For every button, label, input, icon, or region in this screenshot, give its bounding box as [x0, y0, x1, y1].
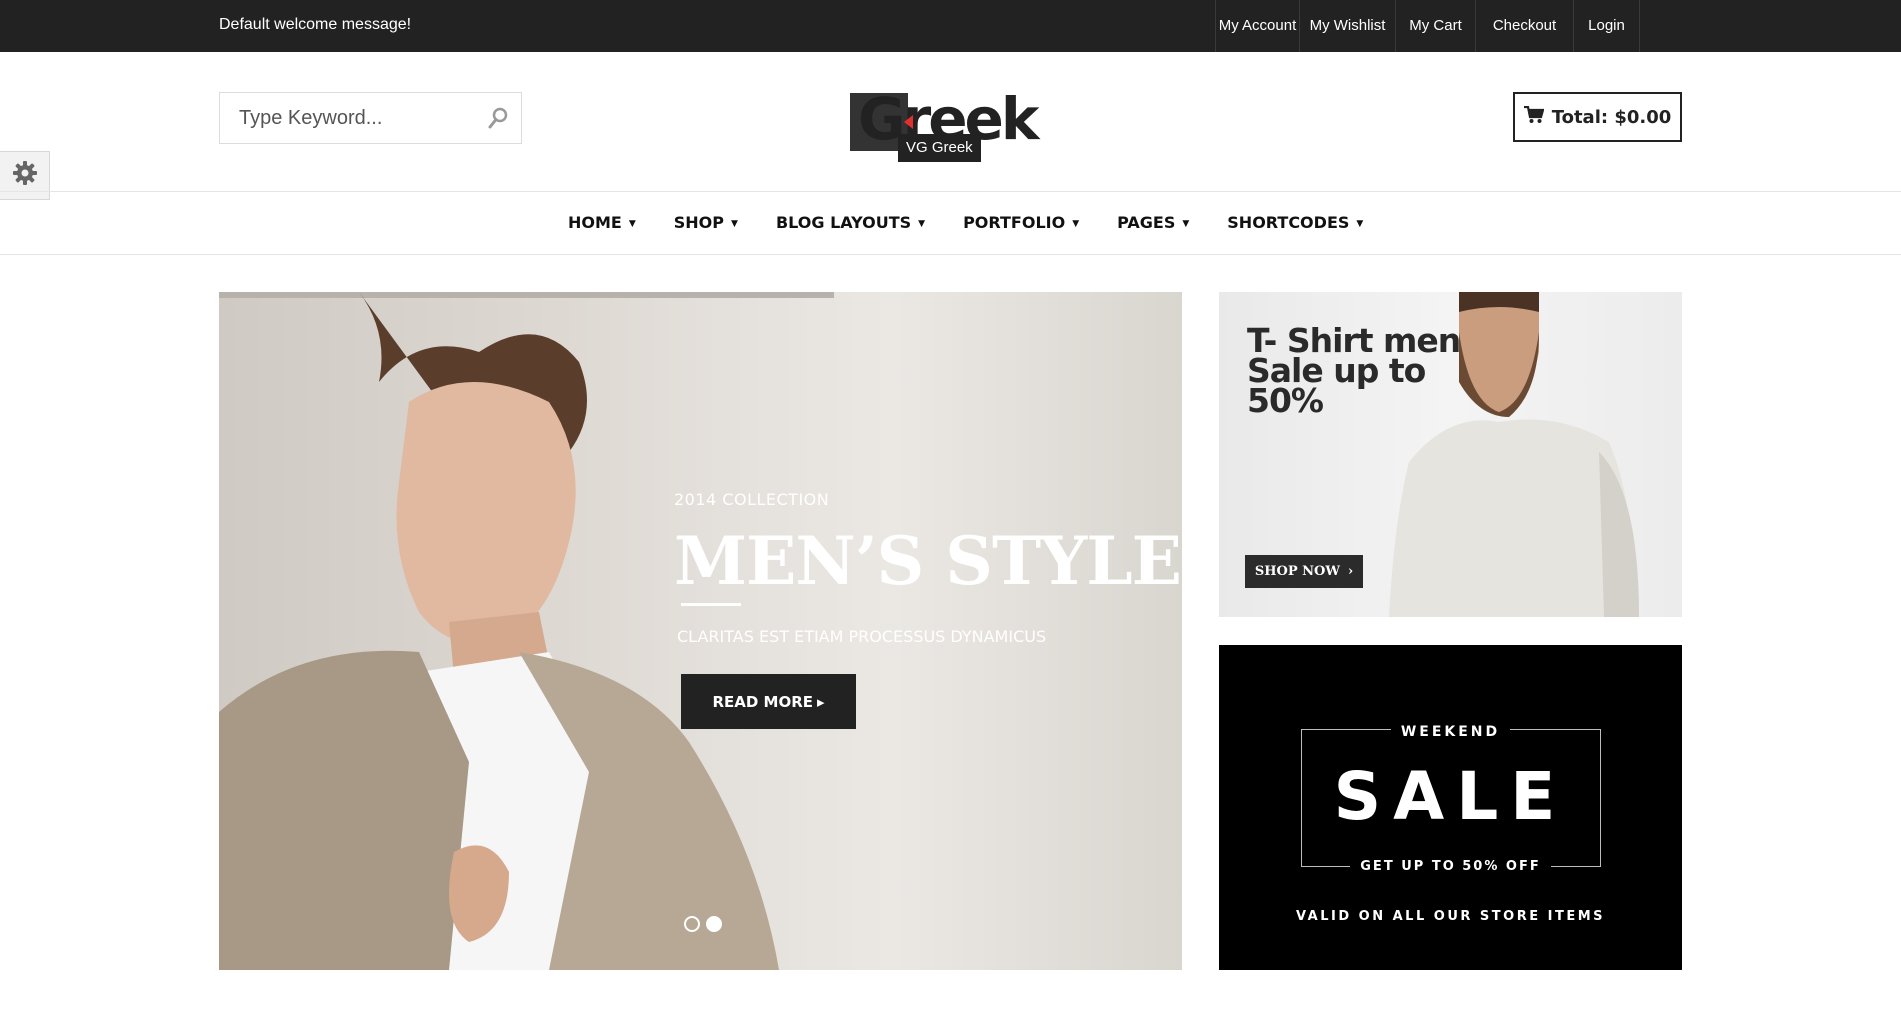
my-wishlist-link[interactable]: My Wishlist	[1299, 0, 1395, 52]
sale-title: SALE	[1333, 758, 1568, 835]
nav-item-shortcodes[interactable]: SHORTCODES ▼	[1227, 192, 1363, 254]
shopping-cart-icon	[1523, 105, 1545, 129]
caret-down-icon: ▼	[918, 219, 926, 229]
banner-headline: T- Shirt men Sale up to 50%	[1247, 321, 1461, 420]
caret-down-icon: ▼	[1356, 219, 1364, 229]
nav-item-pages[interactable]: PAGES ▼	[1117, 192, 1189, 254]
logo-tooltip: VG Greek	[898, 134, 981, 162]
tshirt-sale-banner[interactable]: T- Shirt men Sale up to 50% SHOP NOW ›	[1219, 292, 1682, 617]
nav-item-shop[interactable]: SHOP ▼	[674, 192, 738, 254]
chevron-right-icon: ›	[1347, 564, 1354, 579]
hero-subtitle: 2014 COLLECTION	[674, 490, 830, 509]
shop-now-button[interactable]: SHOP NOW ›	[1245, 555, 1363, 588]
hero-description: CLARITAS EST ETIAM PROCESSUS DYNAMICUS	[677, 627, 1047, 646]
account-links: My Account My Wishlist My Cart Checkout …	[1215, 0, 1640, 52]
caret-down-icon: ▼	[1182, 219, 1190, 229]
nav-item-home[interactable]: HOME ▼	[568, 192, 636, 254]
caret-right-icon: ▸	[817, 692, 825, 711]
weekend-sale-banner[interactable]: WEEKEND SALE GET UP TO 50% OFF VALID ON …	[1219, 645, 1682, 970]
sale-offer: GET UP TO 50% OFF	[1219, 857, 1682, 875]
hero-title: MEN’S STYLE	[674, 522, 1182, 600]
search-box	[219, 92, 522, 144]
my-cart-link[interactable]: My Cart	[1395, 0, 1475, 52]
logo-accent-icon	[904, 115, 913, 129]
hero-divider	[681, 603, 741, 606]
checkout-link[interactable]: Checkout	[1475, 0, 1573, 52]
sale-footer: VALID ON ALL OUR STORE ITEMS	[1295, 909, 1605, 924]
slider-pagination	[684, 916, 722, 932]
sale-kicker: WEEKEND	[1219, 723, 1682, 741]
caret-down-icon: ▼	[628, 219, 636, 229]
slider-dot-2[interactable]	[706, 916, 722, 932]
read-more-button[interactable]: READ MORE ▸	[681, 674, 856, 729]
caret-down-icon: ▼	[731, 219, 738, 229]
nav-item-blog-layouts[interactable]: BLOG LAYOUTS ▼	[776, 192, 925, 254]
hero-slider[interactable]: 2014 COLLECTION MEN’S STYLE CLARITAS EST…	[219, 292, 1182, 970]
search-icon[interactable]	[487, 106, 509, 130]
nav-item-portfolio[interactable]: PORTFOLIO ▼	[963, 192, 1079, 254]
main-navigation: HOME ▼ SHOP ▼ BLOG LAYOUTS ▼ PORTFOLIO ▼ PAG…	[0, 191, 1901, 255]
top-bar: Default welcome message! My Account My W…	[0, 0, 1901, 52]
login-link[interactable]: Login	[1573, 0, 1640, 52]
caret-down-icon: ▼	[1072, 219, 1080, 229]
welcome-message: Default welcome message!	[219, 16, 412, 33]
search-input[interactable]	[220, 93, 470, 143]
my-account-link[interactable]: My Account	[1215, 0, 1299, 52]
gear-icon	[12, 160, 38, 191]
cart-total-button[interactable]: Total: $0.00	[1513, 92, 1682, 142]
cart-total-label: Total: $0.00	[1551, 106, 1672, 128]
slider-dot-1[interactable]	[684, 916, 700, 932]
